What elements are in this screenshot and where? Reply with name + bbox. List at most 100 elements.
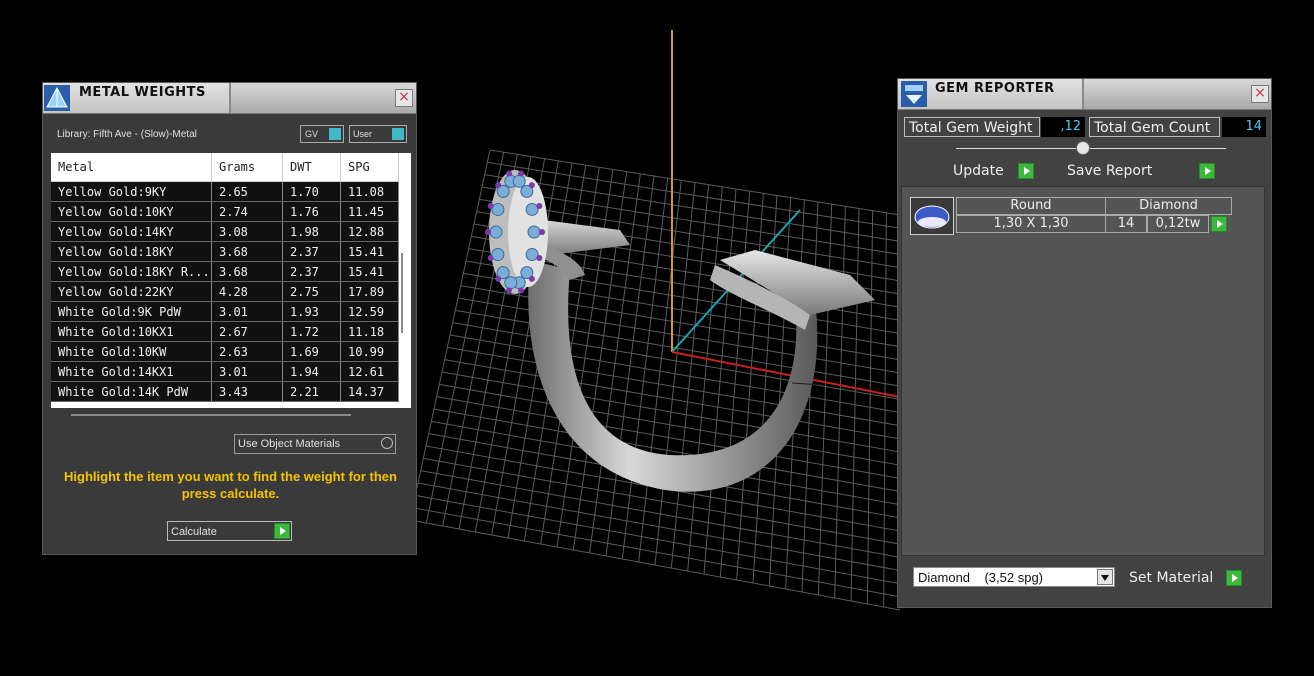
grams-cell: 3.43 (211, 381, 283, 402)
material-select[interactable]: Diamond (3,52 spg) (913, 567, 1115, 587)
grams-cell: 2.63 (211, 341, 283, 362)
gv-label: GV (305, 129, 319, 139)
gem-stone (504, 276, 518, 290)
gem-list[interactable]: Round Diamond 1,30 X 1,30 14 0,12tw (901, 186, 1265, 556)
calculate-label: Calculate (171, 526, 217, 538)
calculate-button[interactable]: Calculate (167, 521, 292, 541)
3d-viewport[interactable] (409, 0, 901, 672)
set-material-button[interactable]: Set Material (1129, 568, 1247, 588)
gem-reporter-close-icon[interactable]: × (1251, 85, 1269, 103)
gem-prong (505, 170, 512, 177)
gem-weight-cell: 0,12tw (1147, 215, 1209, 233)
table-row[interactable]: White Gold:14KX1 3.01 1.94 12.61 (51, 361, 399, 382)
table-row[interactable]: Yellow Gold:9KY 2.65 1.70 11.08 (51, 181, 399, 202)
spg-cell: 15.41 (340, 261, 399, 282)
update-button[interactable]: Update (953, 161, 1038, 181)
use-object-materials-toggle[interactable]: Use Object Materials (234, 434, 396, 454)
gem-stone (491, 202, 505, 216)
column-header-grams[interactable]: Grams (211, 153, 283, 182)
user-toggle[interactable]: User (349, 125, 407, 143)
spg-cell: 14.37 (340, 381, 399, 402)
gem-prong (487, 202, 494, 209)
dwt-cell: 1.72 (282, 321, 341, 342)
dwt-cell: 2.37 (282, 261, 341, 282)
table-row[interactable]: Yellow Gold:18KY 3.68 2.37 15.41 (51, 241, 399, 262)
column-header-metal[interactable]: Metal (51, 153, 212, 182)
column-header-dwt[interactable]: DWT (282, 153, 341, 182)
column-header-spg[interactable]: SPG (340, 153, 399, 182)
perspective-grid (409, 149, 901, 611)
gem-stone (489, 225, 503, 239)
grams-cell: 2.65 (211, 181, 283, 202)
gem-cut-cell: Round (956, 197, 1106, 215)
dwt-cell: 1.94 (282, 361, 341, 382)
metal-cell: White Gold:14K PdW (51, 381, 212, 402)
metal-cell: Yellow Gold:18KY (51, 241, 212, 262)
table-row[interactable]: Yellow Gold:10KY 2.74 1.76 11.45 (51, 201, 399, 222)
spg-cell: 17.89 (340, 281, 399, 302)
radio-icon (381, 437, 393, 449)
metal-cell: Yellow Gold:22KY (51, 281, 212, 302)
gem-prong (495, 182, 502, 189)
gem-size-cell: 1,30 X 1,30 (956, 215, 1106, 233)
table-row[interactable]: White Gold:10KX1 2.67 1.72 11.18 (51, 321, 399, 342)
save-report-button[interactable]: Save Report (1067, 161, 1222, 181)
size-slider-handle[interactable] (1076, 141, 1090, 155)
dwt-cell: 2.75 (282, 281, 341, 302)
metal-weights-panel: METAL WEIGHTS × Library: Fifth Ave - (Sl… (42, 82, 417, 555)
gv-toggle[interactable]: GV (300, 125, 344, 143)
gem-count-cell: 14 (1105, 215, 1147, 233)
metal-weights-titlebar[interactable]: METAL WEIGHTS × (43, 83, 416, 114)
spg-cell: 15.41 (340, 241, 399, 262)
horizontal-scrollbar[interactable] (71, 414, 351, 416)
use-object-materials-label: Use Object Materials (238, 438, 341, 450)
metal-weights-close-icon[interactable]: × (395, 89, 413, 107)
gem-prong (528, 275, 535, 282)
table-row[interactable]: Yellow Gold:22KY 4.28 2.75 17.89 (51, 281, 399, 302)
metal-weights-table[interactable]: Metal Grams DWT SPG Yellow Gold:9KY 2.65 1… (51, 153, 411, 408)
metal-weights-title: METAL WEIGHTS (79, 85, 206, 100)
spg-cell: 10.99 (340, 341, 399, 362)
instructions-text: Highlight the item you want to find the … (64, 469, 397, 501)
gem-prong (528, 182, 535, 189)
table-row[interactable]: White Gold:9K PdW 3.01 1.93 12.59 (51, 301, 399, 322)
spg-cell: 12.59 (340, 301, 399, 322)
total-gem-weight-label: Total Gem Weight (904, 117, 1040, 137)
material-select-value: Diamond (3,52 spg) (918, 570, 1044, 585)
grams-cell: 3.08 (211, 221, 283, 242)
dwt-cell: 1.69 (282, 341, 341, 362)
grams-cell: 2.74 (211, 201, 283, 222)
dwt-cell: 1.70 (282, 181, 341, 202)
gem-prong (518, 287, 525, 294)
metal-cell: Yellow Gold:14KY (51, 221, 212, 242)
table-row[interactable]: Yellow Gold:18KY R... 3.68 2.37 15.41 (51, 261, 399, 282)
gem-reporter-panel: GEM REPORTER × Total Gem Weight ,12 Tota… (897, 78, 1272, 608)
dwt-cell: 1.98 (282, 221, 341, 242)
spg-cell: 11.08 (340, 181, 399, 202)
spg-cell: 12.61 (340, 361, 399, 382)
dwt-cell: 1.93 (282, 301, 341, 322)
save-report-label: Save Report (1067, 163, 1153, 179)
dwt-cell: 2.21 (282, 381, 341, 402)
gem-stone (512, 174, 526, 188)
table-row[interactable]: White Gold:10KW 2.63 1.69 10.99 (51, 341, 399, 362)
table-vertical-scrollbar[interactable] (401, 253, 403, 333)
ring-model[interactable] (485, 170, 875, 492)
calculate-arrow-icon (274, 523, 290, 539)
user-label: User (353, 129, 373, 139)
table-row[interactable]: Yellow Gold:14KY 3.08 1.98 12.88 (51, 221, 399, 242)
chevron-down-icon[interactable] (1097, 569, 1113, 585)
viewport-canvas[interactable] (409, 0, 901, 672)
gem-prong (536, 255, 543, 262)
size-slider-track[interactable] (956, 148, 1226, 149)
gem-reporter-titlebar[interactable]: GEM REPORTER × (898, 79, 1271, 110)
user-indicator (392, 128, 404, 140)
grams-cell: 3.01 (211, 301, 283, 322)
table-header-row: Metal Grams DWT SPG (51, 153, 399, 182)
gem-prong (487, 255, 494, 262)
gem-row-arrow-icon[interactable] (1211, 216, 1227, 232)
update-label: Update (953, 163, 1004, 179)
table-row[interactable]: White Gold:14K PdW 3.43 2.21 14.37 (51, 381, 399, 402)
grams-cell: 4.28 (211, 281, 283, 302)
total-gem-weight-value: ,12 (1041, 117, 1085, 137)
